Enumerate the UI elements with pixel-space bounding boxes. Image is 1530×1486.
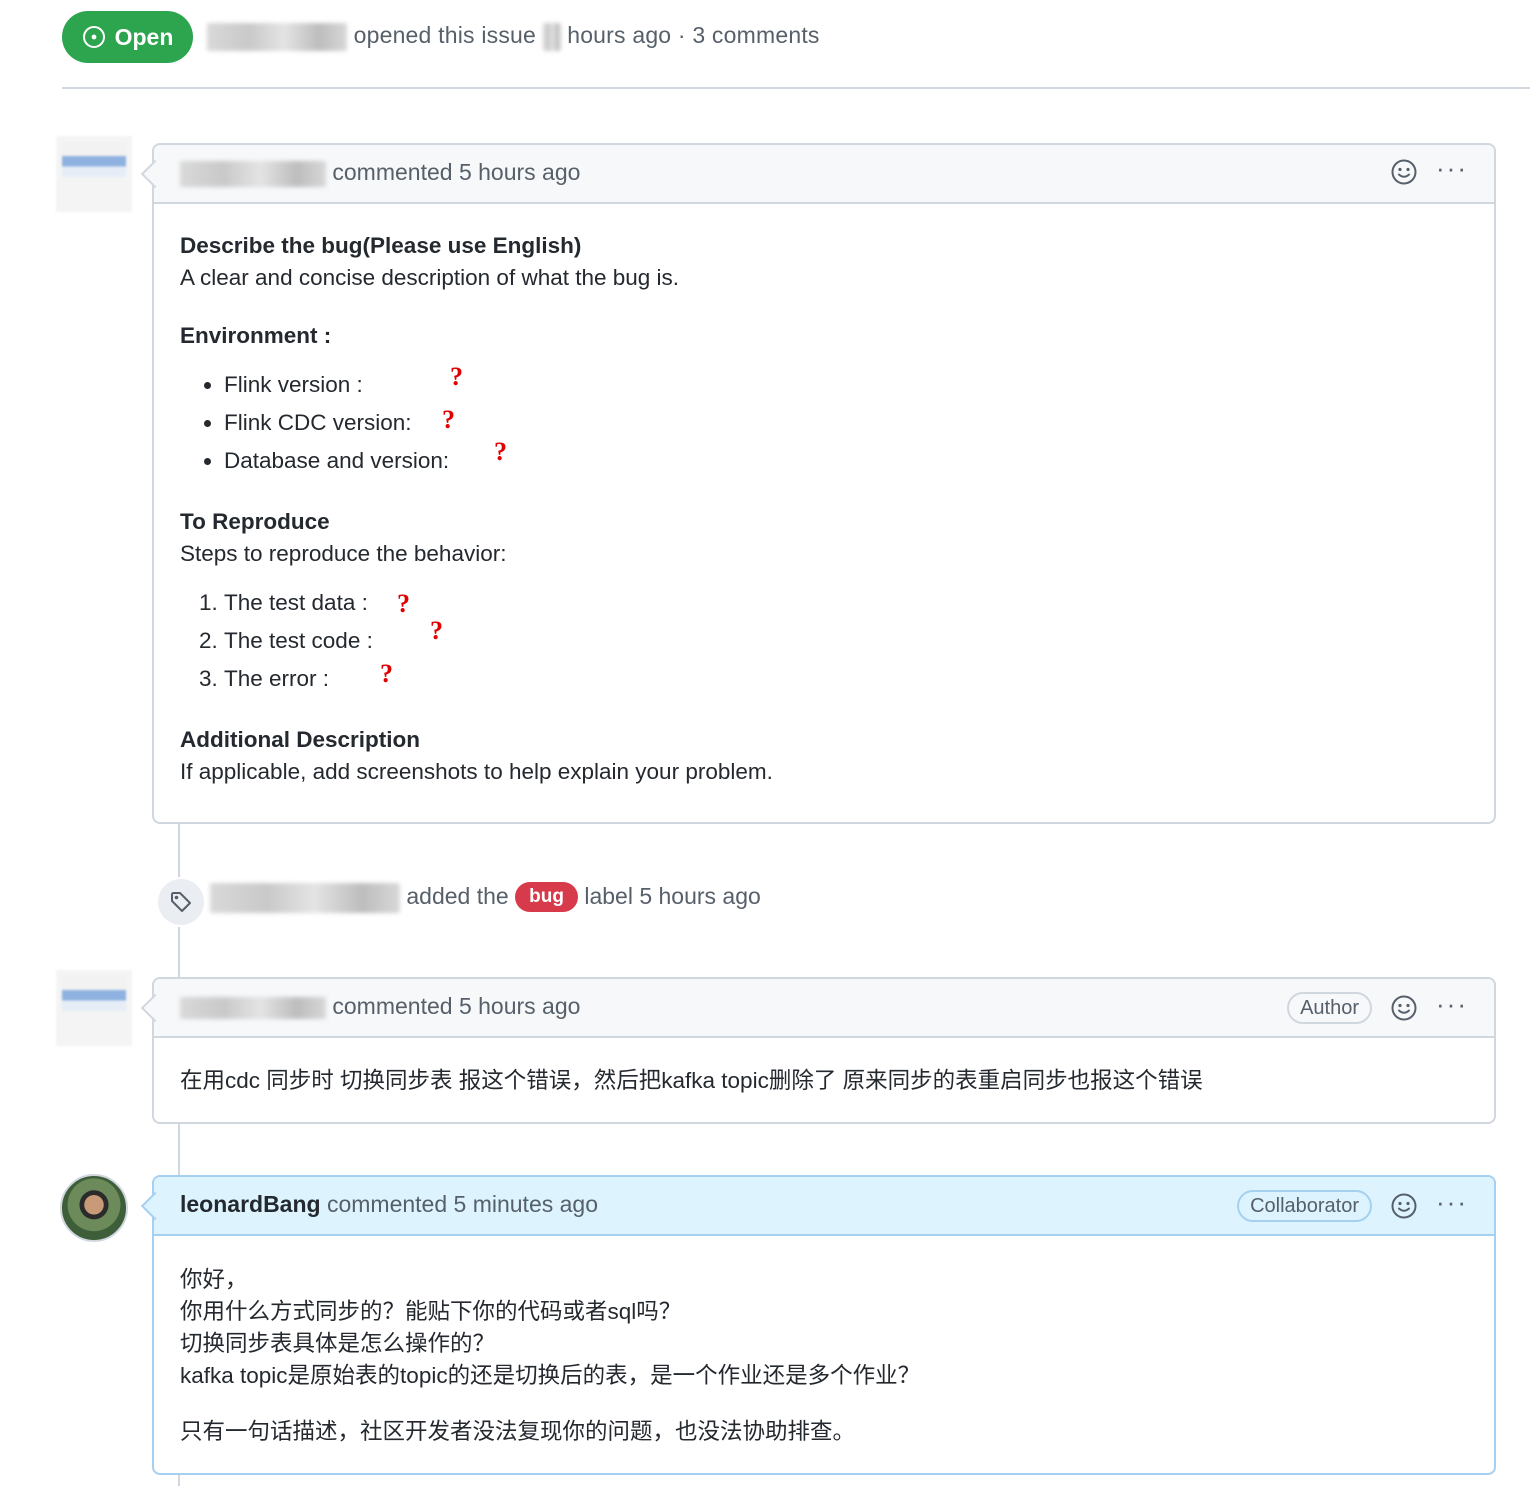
smiley-icon[interactable]	[1390, 158, 1418, 186]
comment-body: 在用cdc 同步时 切换同步表 报这个错误，然后把kafka topic删除了 …	[154, 1038, 1494, 1122]
comment-text: 在用cdc 同步时 切换同步表 报这个错误，然后把kafka topic删除了 …	[180, 1068, 1203, 1093]
issue-comment-count: · 3 comments	[677, 22, 820, 48]
annotation-question-mark: ?	[450, 362, 463, 391]
redacted-author[interactable]	[180, 160, 326, 187]
heading-reproduce: To Reproduce	[180, 509, 330, 534]
avatar[interactable]	[60, 1174, 128, 1242]
collaborator-badge: Collaborator	[1237, 1190, 1373, 1222]
comment-collaborator-reply: leonardBang commented 5 minutes ago Coll…	[152, 1175, 1496, 1475]
environment-list: Flink version : Flink CDC version: Datab…	[180, 366, 1468, 480]
redacted-author[interactable]	[180, 996, 326, 1019]
comment-line: 你好，	[180, 1267, 248, 1292]
event-action: added the	[406, 883, 509, 909]
list-item: Database and version:	[224, 442, 1468, 480]
list-item: The test data :	[224, 584, 1468, 622]
comment-issue-body: commented 5 hours ago ··· Describe the b…	[152, 143, 1496, 824]
comment-action: commented 5 hours ago	[332, 993, 581, 1019]
issue-state-badge: Open	[62, 11, 193, 63]
heading-describe: Describe the bug(Please use English)	[180, 233, 582, 258]
comment-action: commented 5 minutes ago	[326, 1191, 599, 1217]
heading-environment: Environment :	[180, 323, 332, 348]
comment-body: 你好， 你用什么方式同步的？能贴下你的代码或者sql吗？ 切换同步表具体是怎么操…	[154, 1236, 1494, 1473]
kebab-horizontal-icon[interactable]: ···	[1436, 1189, 1468, 1215]
list-item: Flink CDC version:	[224, 404, 1468, 442]
comment-header: commented 5 hours ago Author ···	[154, 979, 1494, 1038]
kebab-horizontal-icon[interactable]: ···	[1436, 155, 1468, 181]
annotation-question-mark: ?	[397, 589, 410, 618]
annotation-question-mark: ?	[442, 405, 455, 434]
avatar[interactable]	[62, 976, 126, 1040]
list-item: Flink version :	[224, 366, 1468, 404]
annotation-question-mark: ?	[380, 659, 393, 688]
comment-line: 你用什么方式同步的？能贴下你的代码或者sql吗？	[180, 1299, 682, 1324]
smiley-icon[interactable]	[1390, 1192, 1418, 1220]
reproduce-list: The test data : The test code : The erro…	[180, 584, 1468, 698]
comment-header: commented 5 hours ago ···	[154, 145, 1494, 204]
text-describe: A clear and concise description of what …	[180, 265, 680, 290]
heading-additional: Additional Description	[180, 727, 421, 752]
tag-icon	[156, 877, 206, 927]
comment-author-reply: commented 5 hours ago Author ··· 在用cdc 同…	[152, 977, 1496, 1124]
issue-opened-text: opened this issue	[353, 22, 537, 48]
comment-line: kafka topic是原始表的topic的还是切换后的表，是一个作业还是多个作…	[180, 1363, 921, 1388]
comment-action: commented 5 hours ago	[332, 159, 581, 185]
comment-body: Describe the bug(Please use English) A c…	[154, 204, 1494, 814]
list-item: The test code :	[224, 622, 1468, 660]
redacted-actor[interactable]	[210, 882, 400, 913]
author-badge: Author	[1287, 992, 1373, 1024]
comment-author[interactable]: leonardBang	[180, 1191, 321, 1217]
bug-label[interactable]: bug	[515, 882, 578, 912]
redacted-username[interactable]	[207, 22, 347, 51]
avatar[interactable]	[62, 142, 126, 206]
text-reproduce: Steps to reproduce the behavior:	[180, 541, 507, 566]
event-suffix: label 5 hours ago	[584, 883, 761, 909]
comment-line: 切换同步表具体是怎么操作的？	[180, 1331, 496, 1356]
issue-opened-icon	[82, 26, 105, 48]
header-divider	[62, 87, 1530, 89]
annotation-question-mark: ?	[494, 437, 507, 466]
comment-header: leonardBang commented 5 minutes ago Coll…	[154, 1177, 1494, 1236]
issue-hours-ago: hours ago	[567, 22, 672, 48]
text-additional: If applicable, add screenshots to help e…	[180, 759, 773, 784]
smiley-icon[interactable]	[1390, 994, 1418, 1022]
redacted-hours	[542, 22, 561, 51]
issue-state-label: Open	[114, 23, 174, 50]
comment-closing: 只有一句话描述，社区开发者没法复现你的问题，也没法协助排查。	[180, 1419, 856, 1444]
kebab-horizontal-icon[interactable]: ···	[1436, 991, 1468, 1017]
annotation-question-mark: ?	[430, 616, 443, 645]
label-event: added the bug label 5 hours ago	[210, 882, 761, 913]
list-item: The error :	[224, 660, 1468, 698]
issue-meta: opened this issue hours ago · 3 comments	[207, 22, 820, 51]
